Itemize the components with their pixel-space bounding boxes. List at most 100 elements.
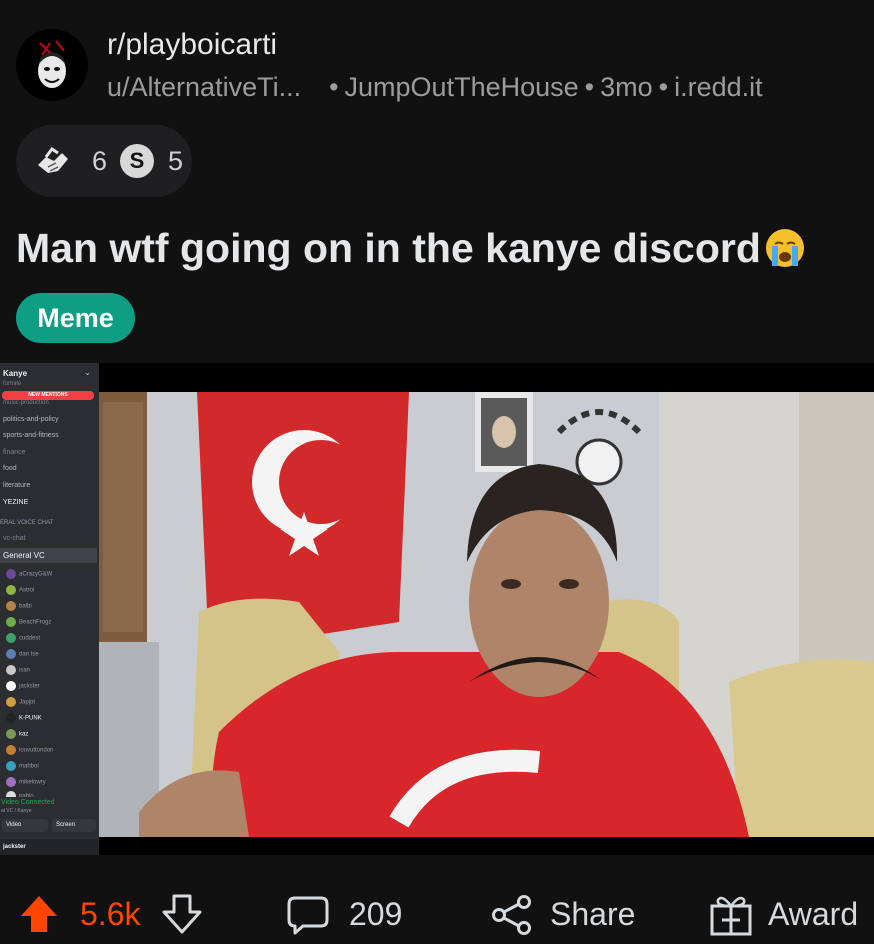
award-button[interactable]: Award	[768, 896, 858, 933]
avatar	[6, 665, 16, 675]
new-mentions-badge: NEW MENTIONS	[2, 391, 94, 400]
post-title-text: Man wtf going on in the kanye discord	[16, 225, 761, 271]
discord-user: dan tse	[6, 649, 39, 661]
discord-username: louvuttondon	[19, 747, 54, 754]
avatar	[6, 633, 16, 643]
discord-user: mikelowry	[6, 777, 46, 789]
discord-username: isan	[19, 667, 31, 674]
downvote-icon[interactable]	[160, 892, 204, 936]
discord-username: pablo	[19, 793, 34, 797]
share-button[interactable]: Share	[550, 896, 635, 933]
discord-username: cuddest	[19, 635, 41, 642]
post-image[interactable]: Kanye ⌄ fortnite NEW MENTIONS music-prod…	[0, 363, 874, 855]
avatar	[6, 729, 16, 739]
discord-category: ERAL VOICE CHAT	[0, 520, 54, 526]
avatar	[6, 761, 16, 771]
discord-channel: politics-and-policy	[3, 416, 59, 423]
discord-server-name: Kanye	[3, 369, 28, 378]
chevron-down-icon: ⌄	[84, 368, 91, 377]
crying-face-icon	[765, 229, 804, 267]
handshake-award-icon	[38, 146, 68, 173]
discord-username: jackster	[19, 683, 40, 690]
comment-icon[interactable]	[285, 892, 331, 936]
user-flair: JumpOutTheHouse	[344, 72, 579, 102]
discord-channel: music-production	[3, 400, 49, 406]
avatar	[6, 617, 16, 627]
discord-channel: finance	[3, 449, 26, 456]
subreddit-avatar[interactable]	[16, 29, 88, 101]
discord-user: pablo	[6, 791, 34, 797]
avatar	[6, 585, 16, 595]
discord-user-panel: jackster	[0, 839, 99, 855]
discord-channel: literature	[3, 482, 31, 489]
discord-user: isan	[6, 665, 30, 677]
video-feed	[99, 392, 874, 837]
discord-username: K-PUNK	[19, 715, 42, 722]
post-action-bar: 5.6k 209 Share Award	[0, 878, 874, 944]
share-icon[interactable]	[490, 893, 534, 937]
discord-username: Japjot	[19, 699, 36, 706]
discord-username: mahboi	[19, 763, 39, 770]
discord-user: aCrazyG&W	[6, 569, 52, 581]
discord-username: mikelowry	[19, 779, 46, 786]
meta-separator: •	[658, 72, 669, 102]
avatar	[6, 697, 16, 707]
discord-channel: YEZINE	[3, 499, 29, 506]
discord-username: balbi	[19, 603, 32, 610]
post-header: r/playboicarti u/AlternativeTi... • JumpOu…	[0, 0, 874, 110]
voice-connected-status: Video Connected	[1, 799, 55, 806]
post-flair[interactable]: Meme	[16, 293, 135, 343]
discord-screen-button: Screen	[52, 819, 96, 832]
discord-user: BeachFrogz	[6, 617, 51, 629]
upvote-icon[interactable]	[17, 892, 61, 936]
award-count: 5	[168, 146, 184, 176]
discord-video-button: Video	[2, 819, 48, 832]
coin-award-icon: S	[120, 144, 154, 178]
discord-username: aCrazyG&W	[19, 571, 53, 578]
discord-user: louvuttondon	[6, 745, 53, 757]
discord-current-user: jackster	[3, 844, 26, 850]
discord-channel: vc-chat	[3, 535, 26, 542]
discord-username: Astrol	[19, 587, 35, 594]
post-age: 3mo	[600, 72, 653, 102]
voice-channel-name: General VC	[3, 551, 45, 560]
video-photo	[99, 392, 874, 837]
avatar	[6, 569, 16, 579]
avatar	[6, 681, 16, 691]
meta-separator: •	[584, 72, 595, 102]
discord-channel: fortnite	[3, 381, 22, 387]
avatar	[6, 649, 16, 659]
avatar	[6, 745, 16, 755]
avatar	[6, 713, 16, 723]
discord-voice-channel: General VC	[0, 548, 97, 563]
post-meta: u/AlternativeTi... • JumpOutTheHouse • 3mo • i…	[107, 72, 763, 103]
discord-user: Japjot	[6, 697, 35, 709]
discord-username: dan tse	[19, 651, 39, 658]
avatar	[6, 791, 16, 797]
subreddit-name[interactable]: r/playboicarti	[107, 28, 277, 62]
post-domain[interactable]: i.redd.it	[674, 72, 763, 102]
discord-user: mahboi	[6, 761, 39, 773]
discord-user: kaz	[6, 729, 28, 741]
post-title[interactable]: Man wtf going on in the kanye discord	[16, 225, 807, 272]
comment-count[interactable]: 209	[349, 896, 402, 933]
discord-username: kaz	[19, 731, 29, 738]
discord-user: balbi	[6, 601, 32, 613]
discord-channel: food	[3, 465, 17, 472]
vote-score: 5.6k	[80, 896, 141, 932]
discord-username: BeachFrogz	[19, 619, 52, 626]
author-username[interactable]: u/AlternativeTi...	[107, 72, 301, 102]
discord-user: Astrol	[6, 585, 34, 597]
avatar	[6, 601, 16, 611]
avatar	[6, 777, 16, 787]
discord-user: cuddest	[6, 633, 40, 645]
award-gift-icon[interactable]	[708, 892, 754, 936]
voice-connected-channel: al VC / Kanye	[1, 808, 32, 814]
meta-separator: •	[329, 72, 339, 102]
discord-channel: sports-and-fitness	[3, 432, 59, 439]
award-count: 6	[92, 146, 108, 176]
discord-user: K-PUNK	[6, 713, 42, 725]
discord-user: jackster	[6, 681, 40, 693]
discord-sidebar: Kanye ⌄ fortnite NEW MENTIONS music-prod…	[0, 363, 99, 855]
awards-pill[interactable]: 6 S 5	[16, 125, 192, 197]
